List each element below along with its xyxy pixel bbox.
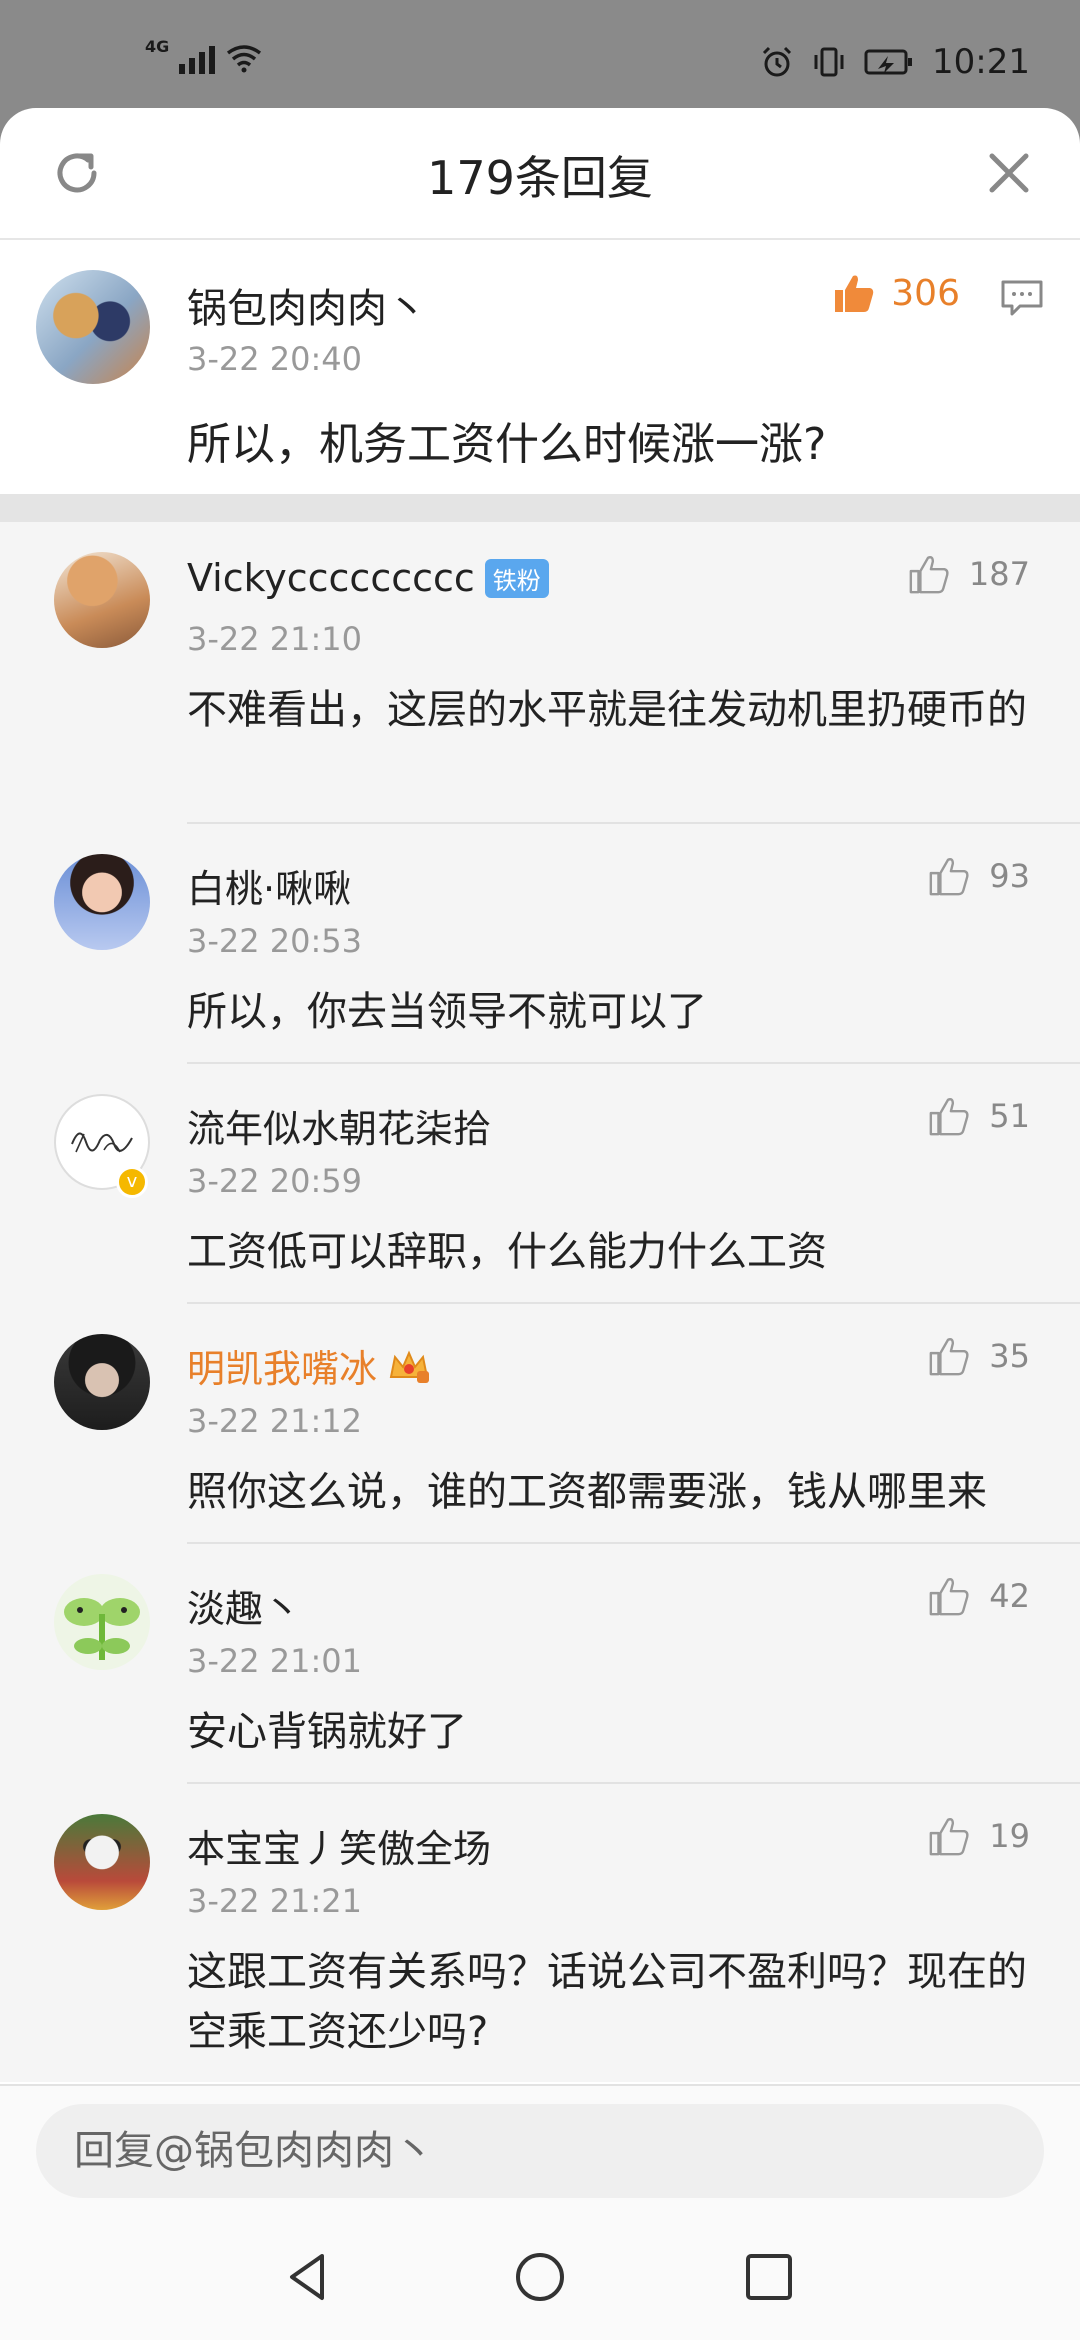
- comment-content: 不难看出，这层的水平就是往发动机里扔硬币的: [187, 687, 1027, 733]
- thumbs-up-icon: [929, 1818, 969, 1856]
- like-button[interactable]: 306: [831, 270, 960, 316]
- comment-content: 照你这么说，谁的工资都需要涨，钱从哪里来: [187, 1469, 987, 1515]
- list-item[interactable]: 白桃·啾啾 93 3-22 20:53 所以，你去当领导不就可以了: [0, 824, 1080, 1064]
- avatar[interactable]: [54, 1574, 150, 1670]
- like-button[interactable]: 42: [927, 1574, 1030, 1618]
- root-comment: 锅包肉肉肉丶 3-22 20:40 所以，机务工资什么时候涨一涨? 306: [0, 240, 1080, 494]
- comment-content: 这跟工资有关系吗？话说公司不盈利吗？现在的空乘工资还少吗?: [187, 1949, 1027, 2055]
- navigation-bar: [0, 2214, 1080, 2340]
- recents-icon[interactable]: [742, 2250, 796, 2304]
- battery-icon: [864, 49, 913, 75]
- like-count: 51: [989, 1097, 1030, 1135]
- wifi-icon: [227, 45, 262, 73]
- status-left: 4G: [145, 37, 263, 74]
- comment-author[interactable]: 明凯我嘴冰: [187, 1338, 431, 1393]
- author-name[interactable]: 明凯我嘴冰: [187, 1338, 377, 1393]
- author-name[interactable]: Vickyccccccccc: [187, 556, 475, 600]
- close-icon[interactable]: [986, 150, 1032, 196]
- comment-time: 3-22 21:21: [187, 1882, 363, 1920]
- comment-author[interactable]: 白桃·啾啾: [187, 858, 351, 913]
- comment-time: 3-22 20:53: [187, 922, 363, 960]
- avatar[interactable]: [36, 270, 150, 384]
- replies-sheet: 179条回复 锅包肉肉肉丶 3-22 20:40 所以，机务工资什么时候涨一涨?…: [0, 108, 1080, 2340]
- avatar[interactable]: [54, 854, 150, 950]
- like-count: 306: [891, 272, 960, 314]
- comment-author[interactable]: Vickyccccccccc 铁粉: [187, 556, 549, 600]
- comment-time: 3-22 21:12: [187, 1402, 363, 1440]
- fan-badge: 铁粉: [484, 558, 549, 598]
- thumbs-up-icon: [929, 1338, 969, 1376]
- status-bar: 4G 10:21: [0, 0, 1080, 110]
- thumbs-up-icon: [835, 275, 874, 312]
- comment-content: 所以，你去当领导不就可以了: [187, 989, 707, 1035]
- page-title: 179条回复: [427, 151, 653, 205]
- like-count: 42: [989, 1577, 1030, 1615]
- list-item[interactable]: Vickyccccccccc 铁粉 187 3-22 21:10 不难看出，这层…: [0, 522, 1080, 824]
- avatar[interactable]: [54, 1334, 150, 1430]
- section-divider: [0, 494, 1080, 522]
- comment-content: 工资低可以辞职，什么能力什么工资: [187, 1229, 827, 1275]
- alarm-icon: [762, 46, 792, 77]
- sheet-header: 179条回复: [0, 108, 1080, 240]
- like-count: 35: [989, 1337, 1030, 1375]
- comment-author[interactable]: 锅包肉肉肉丶: [187, 276, 427, 334]
- crown-badge-icon: [389, 1349, 430, 1383]
- comment-time: 3-22 21:10: [187, 620, 363, 658]
- avatar[interactable]: [54, 1814, 150, 1910]
- like-button[interactable]: 19: [927, 1814, 1030, 1858]
- list-item[interactable]: 淡趣丶 42 3-22 21:01 安心背锅就好了: [0, 1544, 1080, 1784]
- thumbs-up-icon: [909, 556, 949, 594]
- comment-content: 安心背锅就好了: [187, 1709, 467, 1755]
- like-button[interactable]: 93: [927, 854, 1030, 898]
- list-item[interactable]: 明凯我嘴冰 35 3-22 21:12 照你这么说，谁的工资都需要涨，钱从哪里来: [0, 1304, 1080, 1544]
- comment-time: 3-22 20:40: [187, 340, 363, 378]
- like-button[interactable]: 51: [927, 1094, 1030, 1138]
- comment-time: 3-22 20:59: [187, 1162, 363, 1200]
- plant-art: [64, 1598, 140, 1660]
- like-count: 19: [989, 1817, 1030, 1855]
- signal-icon: [179, 42, 216, 74]
- comment-time: 3-22 21:01: [187, 1642, 363, 1680]
- clock: 10:21: [932, 42, 1030, 82]
- like-button[interactable]: 187: [907, 552, 1030, 596]
- home-icon[interactable]: [513, 2250, 567, 2304]
- network-type: 4G: [145, 36, 170, 56]
- comment-icon[interactable]: [1000, 278, 1044, 318]
- reply-input[interactable]: 回复@锅包肉肉肉丶: [36, 2104, 1044, 2198]
- list-item[interactable]: v 流年似水朝花柒拾 51 3-22 20:59 工资低可以辞职，什么能力什么工…: [0, 1064, 1080, 1304]
- thumbs-up-icon: [929, 858, 969, 896]
- back-icon[interactable]: [282, 2250, 336, 2304]
- verified-badge: v: [116, 1166, 148, 1198]
- vibrate-icon: [814, 47, 844, 77]
- comment-author[interactable]: 流年似水朝花柒拾: [187, 1098, 491, 1153]
- reply-list: Vickyccccccccc 铁粉 187 3-22 21:10 不难看出，这层…: [0, 522, 1080, 2082]
- list-item[interactable]: 本宝宝丿笑傲全场 19 3-22 21:21 这跟工资有关系吗？话说公司不盈利吗…: [0, 1784, 1080, 2086]
- thumbs-up-icon: [929, 1098, 969, 1136]
- like-button[interactable]: 35: [927, 1334, 1030, 1378]
- avatar[interactable]: [54, 552, 150, 648]
- reply-bar: 回复@锅包肉肉肉丶: [0, 2084, 1080, 2216]
- like-count: 93: [989, 857, 1030, 895]
- comment-author[interactable]: 本宝宝丿笑傲全场: [187, 1818, 491, 1873]
- status-right: 10:21: [760, 42, 1030, 82]
- like-count: 187: [968, 555, 1030, 593]
- comment-author[interactable]: 淡趣丶: [187, 1578, 301, 1633]
- comment-content: 所以，机务工资什么时候涨一涨?: [187, 419, 827, 470]
- thumbs-up-icon: [929, 1578, 969, 1616]
